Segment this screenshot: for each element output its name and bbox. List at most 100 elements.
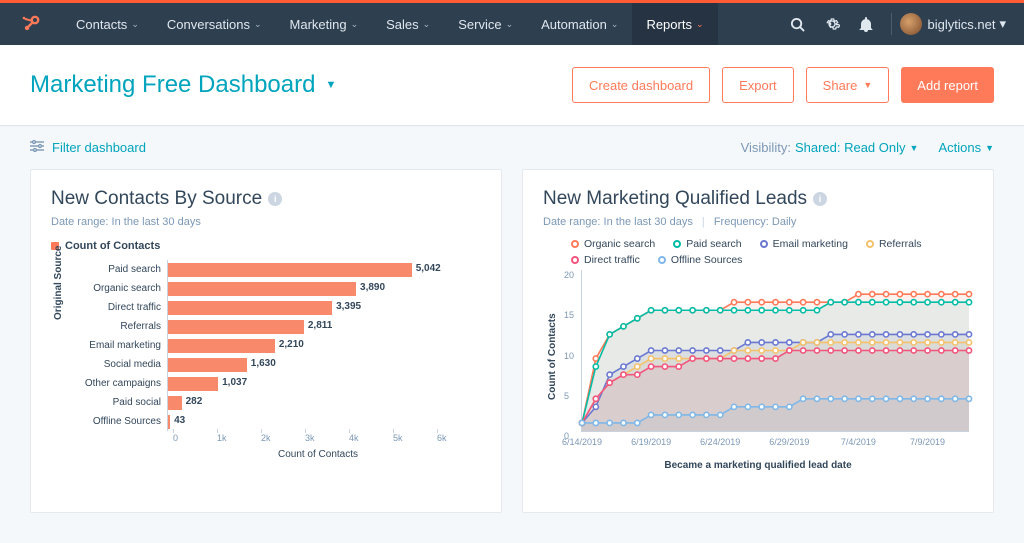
data-point[interactable] xyxy=(704,348,709,353)
data-point[interactable] xyxy=(621,364,626,369)
bar[interactable] xyxy=(168,415,170,429)
data-point[interactable] xyxy=(911,292,916,297)
data-point[interactable] xyxy=(690,308,695,313)
export-button[interactable]: Export xyxy=(722,67,794,103)
data-point[interactable] xyxy=(966,396,971,401)
data-point[interactable] xyxy=(925,340,930,345)
bar[interactable] xyxy=(168,301,332,315)
data-point[interactable] xyxy=(745,356,750,361)
data-point[interactable] xyxy=(718,412,723,417)
data-point[interactable] xyxy=(828,396,833,401)
data-point[interactable] xyxy=(953,348,958,353)
data-point[interactable] xyxy=(773,308,778,313)
data-point[interactable] xyxy=(621,420,626,425)
data-point[interactable] xyxy=(953,340,958,345)
data-point[interactable] xyxy=(939,340,944,345)
data-point[interactable] xyxy=(828,300,833,305)
nav-item-automation[interactable]: Automation⌄ xyxy=(527,3,632,45)
data-point[interactable] xyxy=(801,300,806,305)
data-point[interactable] xyxy=(745,340,750,345)
data-point[interactable] xyxy=(676,308,681,313)
nav-item-conversations[interactable]: Conversations⌄ xyxy=(153,3,276,45)
data-point[interactable] xyxy=(635,356,640,361)
data-point[interactable] xyxy=(911,332,916,337)
data-point[interactable] xyxy=(939,292,944,297)
data-point[interactable] xyxy=(773,356,778,361)
data-point[interactable] xyxy=(842,340,847,345)
data-point[interactable] xyxy=(787,404,792,409)
data-point[interactable] xyxy=(759,356,764,361)
data-point[interactable] xyxy=(745,308,750,313)
data-point[interactable] xyxy=(870,348,875,353)
data-point[interactable] xyxy=(856,340,861,345)
data-point[interactable] xyxy=(662,308,667,313)
data-point[interactable] xyxy=(925,300,930,305)
data-point[interactable] xyxy=(690,356,695,361)
data-point[interactable] xyxy=(649,348,654,353)
data-point[interactable] xyxy=(759,340,764,345)
data-point[interactable] xyxy=(649,364,654,369)
data-point[interactable] xyxy=(745,404,750,409)
data-point[interactable] xyxy=(621,324,626,329)
bar[interactable] xyxy=(168,263,412,277)
data-point[interactable] xyxy=(856,332,861,337)
data-point[interactable] xyxy=(593,420,598,425)
data-point[interactable] xyxy=(787,348,792,353)
legend-item[interactable]: Organic search xyxy=(571,238,655,250)
hubspot-logo-icon[interactable] xyxy=(20,13,42,35)
data-point[interactable] xyxy=(883,292,888,297)
data-point[interactable] xyxy=(870,340,875,345)
data-point[interactable] xyxy=(842,348,847,353)
data-point[interactable] xyxy=(953,332,958,337)
actions-dropdown[interactable]: Actions ▼ xyxy=(938,140,994,155)
data-point[interactable] xyxy=(593,404,598,409)
data-point[interactable] xyxy=(676,356,681,361)
data-point[interactable] xyxy=(731,300,736,305)
legend-item[interactable]: Paid search xyxy=(673,238,741,250)
data-point[interactable] xyxy=(662,412,667,417)
data-point[interactable] xyxy=(635,364,640,369)
data-point[interactable] xyxy=(856,292,861,297)
data-point[interactable] xyxy=(953,396,958,401)
data-point[interactable] xyxy=(773,404,778,409)
data-point[interactable] xyxy=(925,348,930,353)
data-point[interactable] xyxy=(966,300,971,305)
data-point[interactable] xyxy=(607,332,612,337)
data-point[interactable] xyxy=(731,356,736,361)
data-point[interactable] xyxy=(690,348,695,353)
data-point[interactable] xyxy=(759,348,764,353)
nav-item-marketing[interactable]: Marketing⌄ xyxy=(276,3,373,45)
data-point[interactable] xyxy=(731,348,736,353)
data-point[interactable] xyxy=(939,348,944,353)
filter-dashboard-button[interactable]: Filter dashboard xyxy=(30,140,146,155)
data-point[interactable] xyxy=(773,300,778,305)
legend-item[interactable]: Referrals xyxy=(866,238,922,250)
data-point[interactable] xyxy=(759,308,764,313)
data-point[interactable] xyxy=(870,396,875,401)
data-point[interactable] xyxy=(649,412,654,417)
data-point[interactable] xyxy=(939,300,944,305)
bar[interactable] xyxy=(168,282,356,296)
add-report-button[interactable]: Add report xyxy=(901,67,994,103)
notifications-icon[interactable] xyxy=(849,16,883,32)
data-point[interactable] xyxy=(925,332,930,337)
data-point[interactable] xyxy=(897,292,902,297)
data-point[interactable] xyxy=(814,340,819,345)
data-point[interactable] xyxy=(635,420,640,425)
legend-item[interactable]: Direct traffic xyxy=(571,254,640,266)
data-point[interactable] xyxy=(759,404,764,409)
info-icon[interactable]: i xyxy=(268,192,282,206)
data-point[interactable] xyxy=(801,340,806,345)
data-point[interactable] xyxy=(731,308,736,313)
search-icon[interactable] xyxy=(781,17,815,32)
data-point[interactable] xyxy=(925,396,930,401)
bar[interactable] xyxy=(168,320,304,334)
data-point[interactable] xyxy=(593,396,598,401)
data-point[interactable] xyxy=(856,396,861,401)
data-point[interactable] xyxy=(814,308,819,313)
nav-item-reports[interactable]: Reports⌄ xyxy=(632,3,717,45)
data-point[interactable] xyxy=(953,292,958,297)
data-point[interactable] xyxy=(897,348,902,353)
data-point[interactable] xyxy=(635,316,640,321)
data-point[interactable] xyxy=(856,348,861,353)
